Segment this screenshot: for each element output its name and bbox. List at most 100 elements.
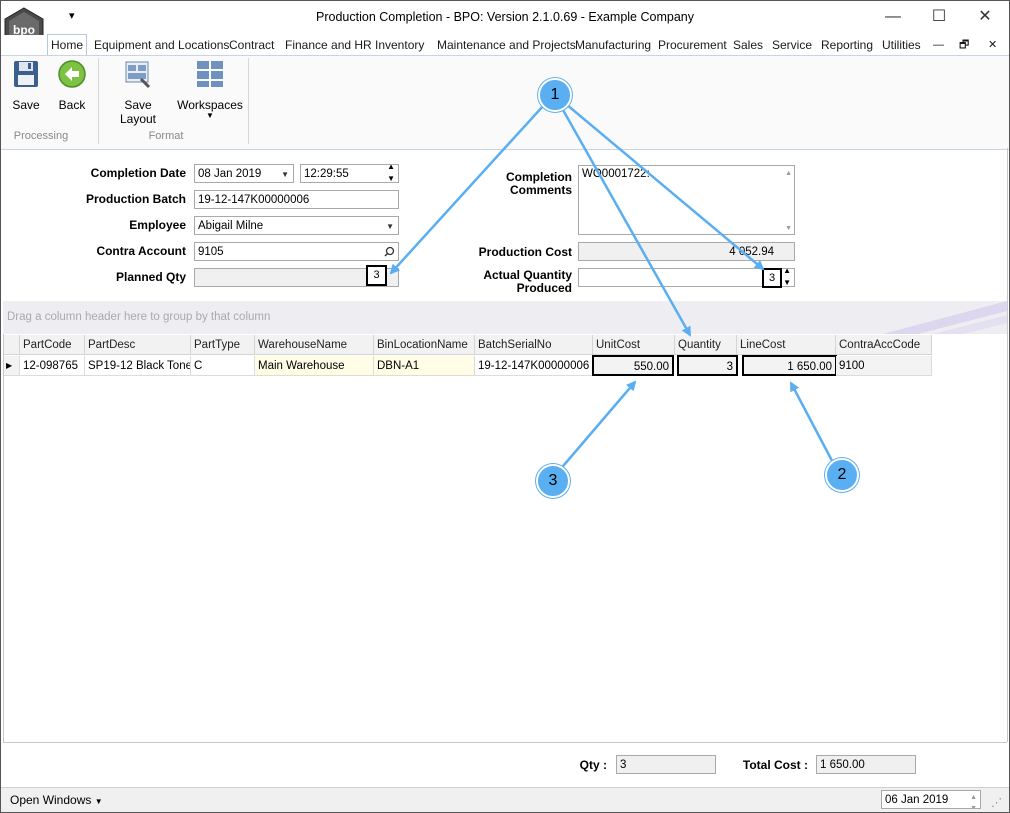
cell-partcode[interactable]: 12-098765 — [20, 356, 85, 376]
mdi-restore-button[interactable]: 🗗 — [959, 35, 969, 55]
workspaces-button[interactable]: Workspaces ▼ — [177, 59, 243, 123]
column-header-warehousename[interactable]: WarehouseName — [255, 335, 374, 355]
status-date-value: 06 Jan 2019 — [885, 794, 949, 806]
callout-2: 2 — [825, 458, 859, 492]
qty-total-field: 3 — [616, 755, 716, 774]
cell-binlocationname[interactable]: DBN-A1 — [374, 356, 475, 376]
floppy-disk-icon — [14, 61, 38, 87]
tab-finance-and-hr[interactable]: Finance and HR — [285, 35, 372, 55]
row-indicator-icon[interactable]: ▶ — [3, 356, 20, 376]
open-windows-button[interactable]: Open Windows ▼ — [10, 793, 103, 807]
tab-contract[interactable]: Contract — [229, 35, 274, 55]
maximize-button[interactable]: ☐ — [919, 5, 959, 29]
cell-parttype[interactable]: C — [191, 356, 255, 376]
tab-reporting[interactable]: Reporting — [821, 35, 873, 55]
chevron-down-icon[interactable]: ▼ — [281, 165, 289, 182]
quick-access-dropdown-icon[interactable]: ▾ — [69, 9, 75, 22]
contra-account-value: 9105 — [198, 246, 224, 258]
column-header-binlocationname[interactable]: BinLocationName — [374, 335, 475, 355]
window-title: Production Completion - BPO: Version 2.1… — [316, 10, 694, 24]
group-by-prompt: Drag a column header here to group by th… — [7, 311, 271, 323]
completion-date-picker[interactable]: 08 Jan 2019 ▼ — [194, 164, 294, 183]
back-label: Back — [58, 98, 86, 112]
spin-up-icon[interactable]: ▲ — [783, 269, 791, 277]
production-batch-field[interactable]: 19-12-147K00000006 — [194, 190, 399, 209]
spin-down-icon[interactable]: ▼ — [783, 277, 791, 286]
tab-service[interactable]: Service — [772, 35, 812, 55]
mdi-minimize-button[interactable]: — — [933, 35, 944, 55]
completion-comments-value: WO0001722: — [582, 168, 650, 180]
close-button[interactable]: ✕ — [965, 5, 1005, 29]
back-button[interactable]: Back — [53, 59, 91, 113]
tab-sales[interactable]: Sales — [733, 35, 763, 55]
cell-partdesc[interactable]: SP19-12 Black Toner — [85, 356, 191, 376]
total-cost-label: Total Cost : — [742, 758, 808, 772]
column-header-partdesc[interactable]: PartDesc — [85, 335, 191, 355]
tab-equipment-and-locations[interactable]: Equipment and Locations — [94, 35, 229, 55]
cell-contraacccode[interactable]: 9100 — [836, 356, 932, 376]
tab-manufacturing[interactable]: Manufacturing — [575, 35, 651, 55]
cell-linecost[interactable]: 1 650.00 — [742, 355, 837, 376]
completion-date-label: Completion Date — [90, 166, 186, 180]
save-layout-icon — [125, 61, 151, 89]
tab-inventory[interactable]: Inventory — [375, 35, 424, 55]
save-layout-button[interactable]: Save Layout — [105, 59, 171, 126]
arrow-3-to-unitcost — [551, 380, 637, 480]
scroll-up-icon[interactable]: ▲ — [785, 166, 792, 181]
tab-maintenance-and-projects[interactable]: Maintenance and Projects — [437, 35, 576, 55]
contra-account-label: Contra Account — [96, 244, 186, 258]
chevron-down-icon[interactable]: ▼ — [386, 217, 394, 234]
completion-time-spinner[interactable]: 12:29:55 ▲ ▼ — [300, 164, 399, 183]
grid-right-border — [1007, 148, 1008, 742]
spin-down-icon[interactable]: ▼ — [970, 799, 977, 808]
column-header-linecost[interactable]: LineCost — [737, 335, 836, 355]
save-button[interactable]: Save — [7, 59, 45, 113]
employee-dropdown[interactable]: Abigail Milne ▼ — [194, 216, 399, 235]
column-header-partcode[interactable]: PartCode — [20, 335, 85, 355]
status-date-field[interactable]: 06 Jan 2019 ▲ ▼ — [881, 790, 981, 809]
group-label-processing: Processing — [13, 130, 69, 142]
completion-comments-label: Completion Comments — [506, 170, 572, 197]
employee-value: Abigail Milne — [198, 220, 264, 232]
spin-down-icon[interactable]: ▼ — [387, 173, 395, 182]
column-header-parttype[interactable]: PartType — [191, 335, 255, 355]
save-layout-label: Save Layout — [119, 98, 157, 126]
column-header-quantity[interactable]: Quantity — [675, 335, 737, 355]
cell-quantity[interactable]: 3 — [677, 355, 738, 376]
ribbon-separator — [248, 58, 249, 144]
workspaces-label: Workspaces — [177, 98, 243, 112]
tab-home[interactable]: Home — [47, 34, 87, 55]
column-header-batchserialno[interactable]: BatchSerialNo — [475, 335, 593, 355]
search-icon[interactable] — [384, 243, 395, 260]
group-label-format: Format — [148, 130, 184, 142]
minimize-button[interactable]: — — [873, 5, 913, 29]
qty-total-label: Qty : — [579, 758, 607, 772]
back-arrow-icon — [58, 60, 86, 88]
scroll-down-icon[interactable]: ▼ — [785, 221, 792, 234]
grid-bottom-border — [3, 742, 1007, 743]
column-header-contraacccode[interactable]: ContraAccCode — [836, 335, 932, 355]
actual-qty-value[interactable]: 3 — [762, 268, 782, 288]
cell-unitcost[interactable]: 550.00 — [592, 355, 674, 376]
tab-procurement[interactable]: Procurement — [658, 35, 727, 55]
contra-account-field[interactable]: 9105 — [194, 242, 399, 261]
chevron-down-icon: ▼ — [94, 797, 103, 806]
planned-qty-value: 3 — [366, 265, 387, 286]
status-bar — [1, 787, 1009, 812]
production-cost-label: Production Cost — [478, 245, 572, 259]
production-cost-value: 4 052.94 — [729, 246, 774, 258]
spin-up-icon[interactable]: ▲ — [387, 165, 395, 173]
total-cost-field: 1 650.00 — [816, 755, 916, 774]
completion-date-value: 08 Jan 2019 — [198, 168, 262, 180]
save-label: Save — [12, 98, 40, 112]
row-indicator-header — [3, 335, 20, 355]
mdi-close-button[interactable]: ✕ — [988, 35, 997, 55]
completion-comments-textarea[interactable]: WO0001722: ▲ ▼ — [578, 165, 795, 235]
column-header-unitcost[interactable]: UnitCost — [593, 335, 675, 355]
resize-grip-icon[interactable]: ⋰ — [991, 796, 1002, 809]
tab-utilities[interactable]: Utilities — [882, 35, 921, 55]
cell-batchserialno[interactable]: 19-12-147K00000006 — [475, 356, 593, 376]
cell-warehousename[interactable]: Main Warehouse — [255, 356, 374, 376]
chevron-down-icon: ▼ — [206, 111, 214, 120]
production-cost-field: 4 052.94 — [578, 242, 795, 261]
